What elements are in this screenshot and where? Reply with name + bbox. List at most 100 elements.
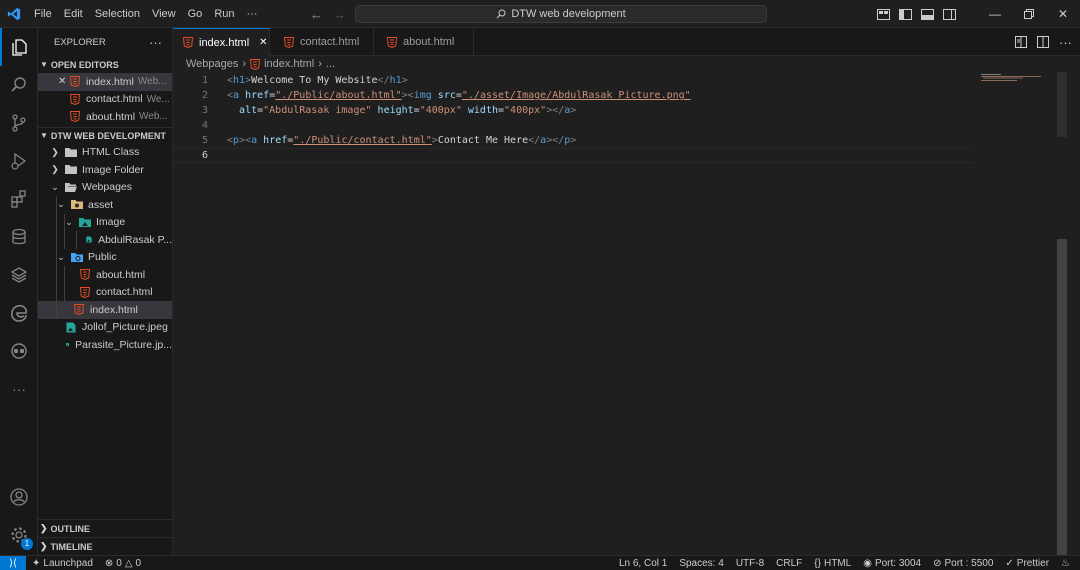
database-icon[interactable] (0, 218, 38, 256)
attr-name: height (377, 105, 414, 116)
menu-file[interactable]: File (28, 0, 58, 28)
menu-run[interactable]: Run (208, 0, 240, 28)
open-editor-index[interactable]: ✕ index.html Web... (38, 73, 172, 91)
menu-selection[interactable]: Selection (89, 0, 146, 28)
tree-item-image[interactable]: ⌄ Image (38, 213, 172, 231)
customize-layout-icon[interactable] (872, 0, 894, 28)
attr-value: "400px" (419, 105, 462, 116)
attr-value[interactable]: "./Public/contact.html" (293, 135, 431, 146)
tree-item-asset[interactable]: ⌄ asset (38, 196, 172, 214)
command-center-search[interactable]: DTW web development (355, 5, 767, 23)
chevron-down-icon: ⌄ (65, 216, 73, 227)
toggle-primary-sidebar-icon[interactable] (894, 0, 916, 28)
forward-arrow-icon[interactable]: → (333, 7, 346, 22)
editor-scrollbar[interactable] (1056, 72, 1068, 561)
open-editor-contact[interactable]: contact.html We... (38, 91, 172, 109)
open-editor-desc: Web... (137, 76, 167, 88)
search-icon (496, 9, 506, 19)
code-editor[interactable]: 1 <h1>Welcome To My Website</h1> 2 <a hr… (173, 72, 1068, 561)
tree-item-about[interactable]: about.html (38, 266, 172, 284)
tag-name: a (251, 135, 258, 146)
live-server-button[interactable]: ⊘ Port : 5500 (927, 558, 999, 569)
open-preview-icon[interactable] (1015, 36, 1027, 48)
minimap[interactable] (981, 74, 1043, 82)
more-views-icon[interactable]: ··· (0, 370, 38, 408)
rocket-icon: ✦ (32, 557, 41, 569)
toggle-secondary-sidebar-icon[interactable] (938, 0, 960, 28)
explorer-icon[interactable] (0, 28, 38, 66)
encoding-button[interactable]: UTF-8 (730, 558, 770, 569)
source-control-icon[interactable] (0, 104, 38, 142)
extensions-icon[interactable] (0, 180, 38, 218)
close-icon[interactable]: ✕ (259, 37, 267, 48)
tree-item-contact[interactable]: contact.html (38, 283, 172, 301)
problems-button[interactable]: ⊗ 0 △ 0 (99, 558, 147, 569)
launchpad-button[interactable]: ✦ Launchpad (26, 558, 99, 569)
eol-button[interactable]: CRLF (770, 558, 808, 569)
tree-item-jollof-picture[interactable]: Jollof_Picture.jpeg (38, 319, 172, 337)
html-file-icon (69, 111, 81, 123)
prettier-label: Prettier (1016, 558, 1050, 569)
tree-item-index[interactable]: index.html (38, 301, 172, 319)
run-debug-icon[interactable] (0, 142, 38, 180)
open-editor-about[interactable]: about.html Web... (38, 108, 172, 126)
breadcrumb-folder[interactable]: Webpages (186, 58, 238, 70)
tree-item-public[interactable]: ⌄ Public (38, 248, 172, 266)
tree-item-webpages[interactable]: ⌄ Webpages (38, 179, 172, 197)
tree-item-abdulrasak-picture[interactable]: AbdulRasak P... (38, 231, 172, 249)
tab-index-html[interactable]: index.html ✕ (173, 28, 270, 56)
tree-item-image-folder[interactable]: ❯ Image Folder (38, 161, 172, 179)
port-3004-button[interactable]: ◉ Port: 3004 (857, 558, 927, 569)
outline-section[interactable]: ❯ OUTLINE (38, 519, 172, 537)
explorer-sidebar: EXPLORER ··· ▼ OPEN EDITORS ✕ index.html… (38, 28, 173, 555)
layers-icon[interactable] (0, 256, 38, 294)
menu-go[interactable]: Go (182, 0, 209, 28)
link-text: Contact Me Here (437, 135, 529, 146)
tree-item-html-class[interactable]: ❯ HTML Class (38, 144, 172, 162)
indentation-button[interactable]: Spaces: 4 (673, 558, 729, 569)
search-icon[interactable] (0, 66, 38, 104)
explorer-more-button[interactable]: ··· (149, 35, 162, 50)
open-editors-section[interactable]: ▼ OPEN EDITORS (38, 56, 172, 73)
accounts-icon[interactable] (0, 478, 38, 516)
cursor-position-button[interactable]: Ln 6, Col 1 (613, 558, 673, 569)
toggle-panel-icon[interactable] (916, 0, 938, 28)
minimize-button[interactable]: — (978, 0, 1012, 28)
editor-more-actions-icon[interactable]: ··· (1059, 35, 1072, 50)
open-editor-label: about.html (86, 110, 136, 123)
chevron-down-icon: ▼ (40, 131, 48, 140)
scrollbar-thumb[interactable] (1057, 239, 1067, 561)
manage-gear-icon[interactable]: 1 (0, 516, 38, 554)
breadcrumb-file[interactable]: index.html (264, 58, 314, 70)
heading-text: Welcome To My Website (251, 75, 378, 86)
maximize-button[interactable] (1012, 0, 1046, 28)
html-file-icon (79, 269, 91, 281)
copilot-icon[interactable] (0, 332, 38, 370)
menu-view[interactable]: View (146, 0, 182, 28)
attr-value[interactable]: "./asset/Image/AbdulRasak Picture.png" (462, 90, 691, 101)
breadcrumb-symbols[interactable]: ... (326, 58, 335, 70)
menu-more[interactable]: ··· (241, 0, 264, 28)
remote-indicator-icon[interactable]: ⟩⟨ (0, 555, 26, 570)
language-mode-button[interactable]: {} HTML (808, 558, 857, 569)
menu-edit[interactable]: Edit (58, 0, 89, 28)
edge-browser-icon[interactable] (0, 294, 38, 332)
asset-folder-icon (71, 200, 83, 210)
prettier-button[interactable]: ✓ Prettier (999, 558, 1055, 569)
tab-contact-html[interactable]: contact.html (270, 28, 374, 56)
chevron-down-icon: ⌄ (51, 181, 59, 192)
timeline-title: TIMELINE (50, 541, 93, 552)
tree-item-parasite-picture[interactable]: Parasite_Picture.jp... (38, 336, 172, 354)
close-window-button[interactable]: ✕ (1046, 0, 1080, 28)
notifications-button[interactable]: ♨ (1055, 558, 1076, 569)
tag-name: h1 (389, 75, 402, 86)
tab-about-html[interactable]: about.html (374, 28, 474, 56)
timeline-section[interactable]: ❯ TIMELINE (38, 537, 172, 555)
launchpad-label: Launchpad (43, 557, 93, 569)
split-editor-icon[interactable] (1037, 36, 1049, 48)
back-arrow-icon[interactable]: ← (310, 7, 323, 22)
close-icon[interactable]: ✕ (58, 76, 70, 87)
attr-value[interactable]: "./Public/about.html" (275, 90, 401, 101)
folder-icon (65, 165, 77, 175)
workspace-section[interactable]: ▼ DTW WEB DEVELOPMENT (38, 126, 172, 144)
